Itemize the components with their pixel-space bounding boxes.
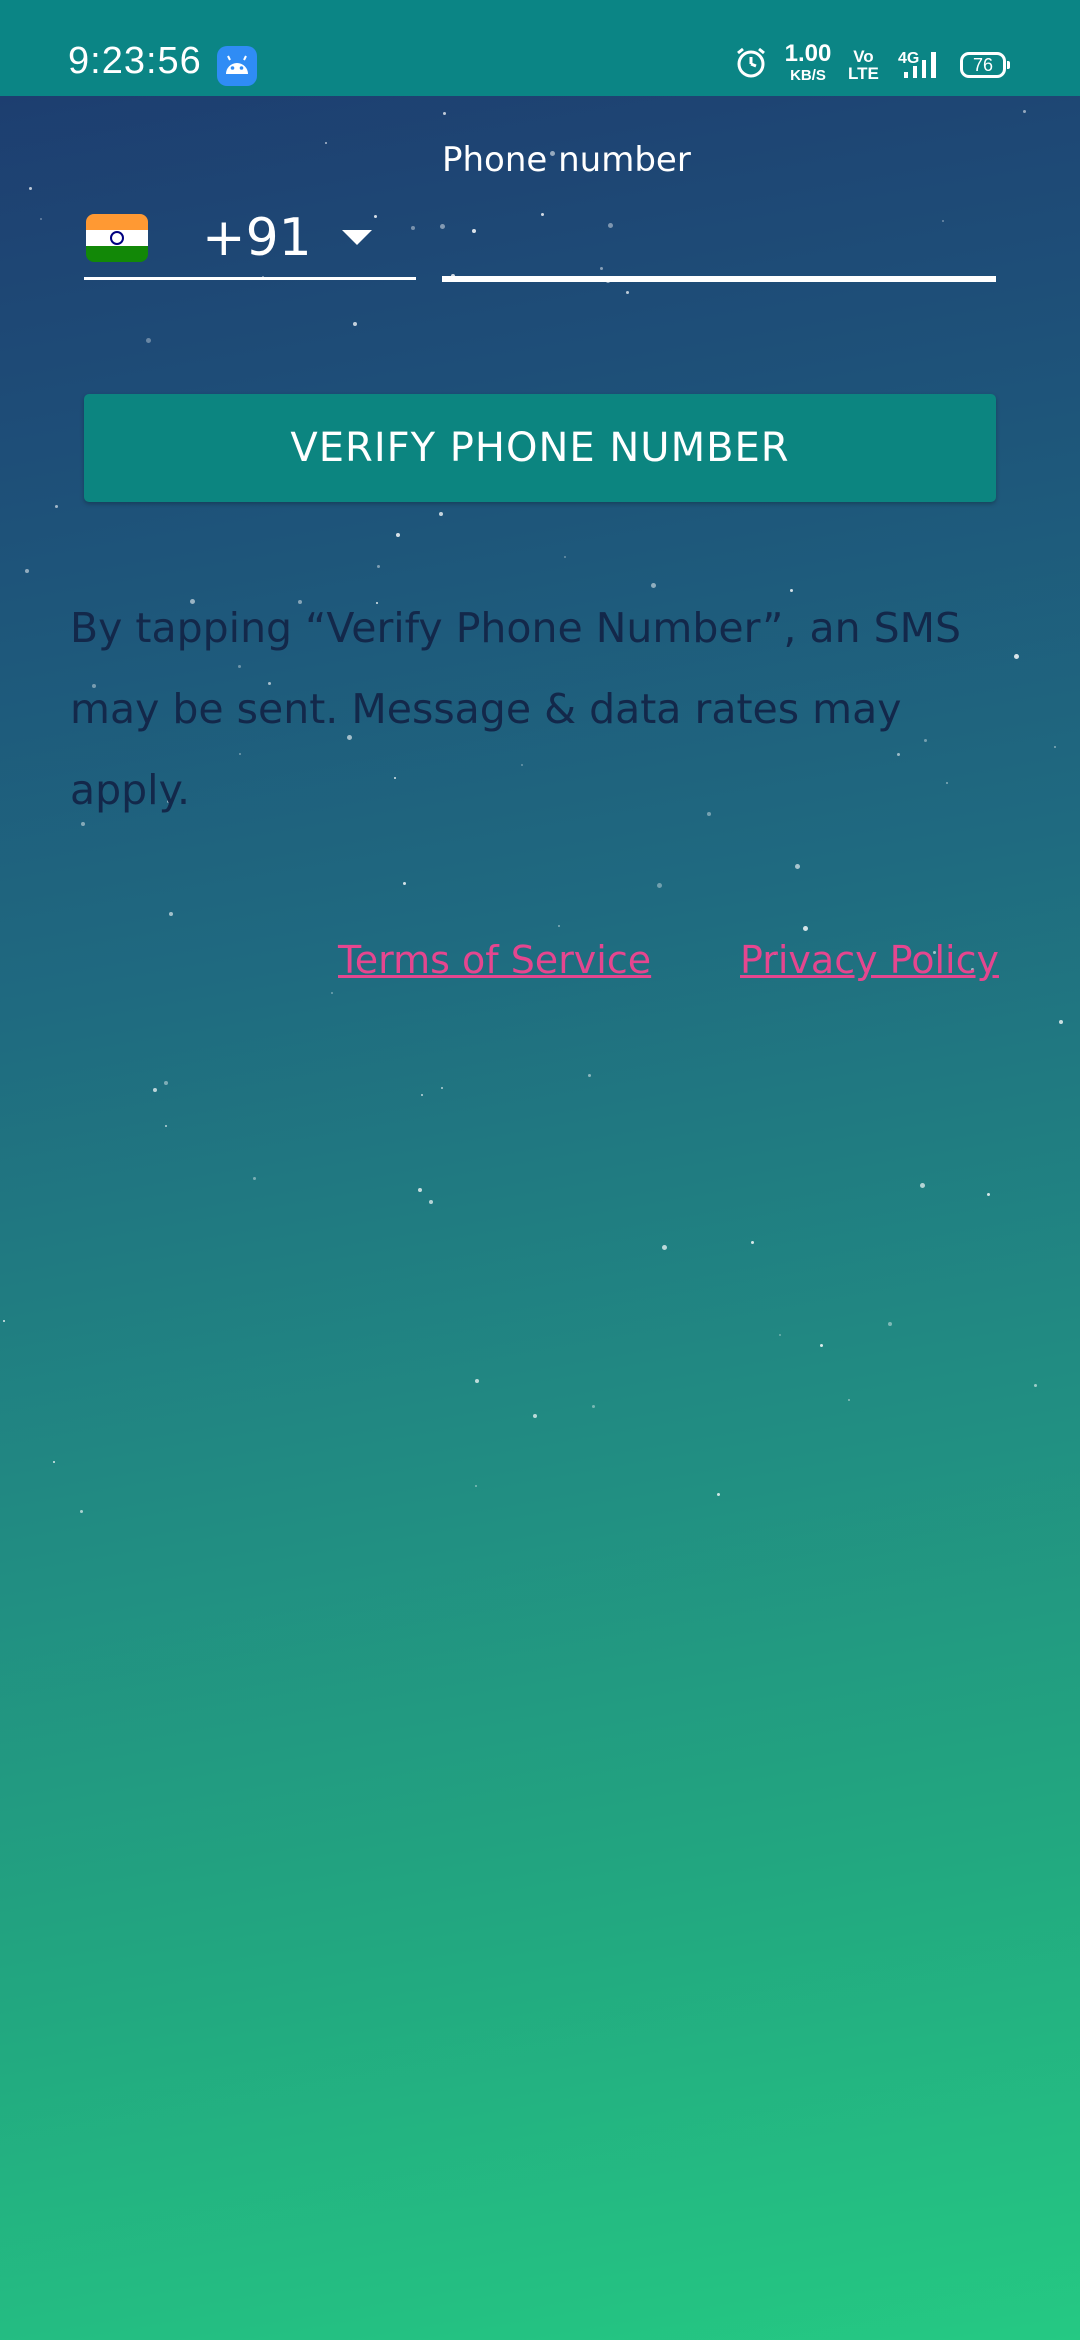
star-dot (588, 1074, 591, 1077)
star-dot (29, 187, 32, 190)
star-dot (53, 1461, 55, 1463)
star-dot (169, 912, 173, 916)
star-dot (1054, 746, 1056, 748)
star-dot (662, 1245, 667, 1250)
star-dot (153, 1088, 157, 1092)
star-dot (848, 1399, 850, 1401)
star-dot (779, 1334, 781, 1336)
star-dot (80, 1510, 83, 1513)
verify-phone-number-button[interactable]: VERIFY PHONE NUMBER (84, 394, 996, 502)
star-dot (475, 1379, 479, 1383)
status-bar: 9:23:56 1.00 KB/S Vo LTE 4G 76 (0, 0, 1080, 96)
star-dot (1034, 1384, 1037, 1387)
terms-of-service-link[interactable]: Terms of Service (338, 938, 651, 982)
network-speed-unit: KB/S (790, 67, 826, 84)
star-dot (3, 1320, 5, 1322)
dropdown-arrow-icon[interactable] (342, 230, 372, 245)
star-dot (533, 1414, 537, 1418)
star-dot (475, 1485, 477, 1487)
star-dot (888, 1322, 892, 1326)
star-dot (626, 291, 629, 294)
status-time: 9:23:56 (68, 40, 202, 82)
signal-icon (900, 48, 944, 86)
star-dot (803, 926, 808, 931)
star-dot (657, 883, 662, 888)
battery-level: 76 (972, 55, 994, 75)
star-dot (421, 1094, 423, 1096)
network-speed-value: 1.00 (784, 40, 832, 67)
android-icon (217, 46, 257, 86)
india-flag-icon (86, 214, 148, 262)
star-dot (55, 505, 58, 508)
volte-bottom: LTE (848, 64, 879, 83)
star-dot (443, 112, 446, 115)
star-dot (987, 1193, 990, 1196)
star-dot (439, 512, 443, 516)
star-dot (253, 1177, 256, 1180)
star-dot (396, 533, 400, 537)
star-dot (418, 1188, 422, 1192)
battery-icon: 76 (960, 52, 1010, 78)
star-dot (429, 1200, 433, 1204)
phone-number-input[interactable] (442, 200, 996, 282)
star-dot (377, 565, 380, 568)
star-dot (820, 1344, 823, 1347)
star-dot (325, 142, 327, 144)
star-dot (25, 569, 29, 573)
volte-indicator: Vo LTE (848, 48, 879, 82)
star-dot (164, 1081, 168, 1085)
dial-code: +91 (202, 208, 312, 268)
star-dot (1014, 654, 1019, 659)
star-dot (1023, 110, 1026, 113)
star-dot (795, 864, 800, 869)
star-dot (592, 1405, 595, 1408)
star-dot (441, 1087, 443, 1089)
star-dot (1059, 1020, 1063, 1024)
alarm-icon (734, 46, 768, 84)
star-dot (40, 218, 42, 220)
star-dot (165, 1125, 167, 1127)
star-dot (564, 556, 566, 558)
star-dot (920, 1183, 925, 1188)
star-dot (353, 322, 357, 326)
star-dot (146, 338, 151, 343)
sms-disclaimer: By tapping “Verify Phone Number”, an SMS… (70, 604, 962, 814)
star-dot (558, 925, 560, 927)
network-speed: 1.00 KB/S (780, 40, 836, 84)
star-dot (751, 1241, 754, 1244)
privacy-policy-link[interactable]: Privacy Policy (740, 938, 999, 982)
phone-number-label: Phone number (442, 140, 691, 180)
star-dot (331, 992, 333, 994)
star-dot (403, 882, 406, 885)
country-code-picker[interactable]: +91 (84, 200, 416, 280)
star-dot (717, 1493, 720, 1496)
